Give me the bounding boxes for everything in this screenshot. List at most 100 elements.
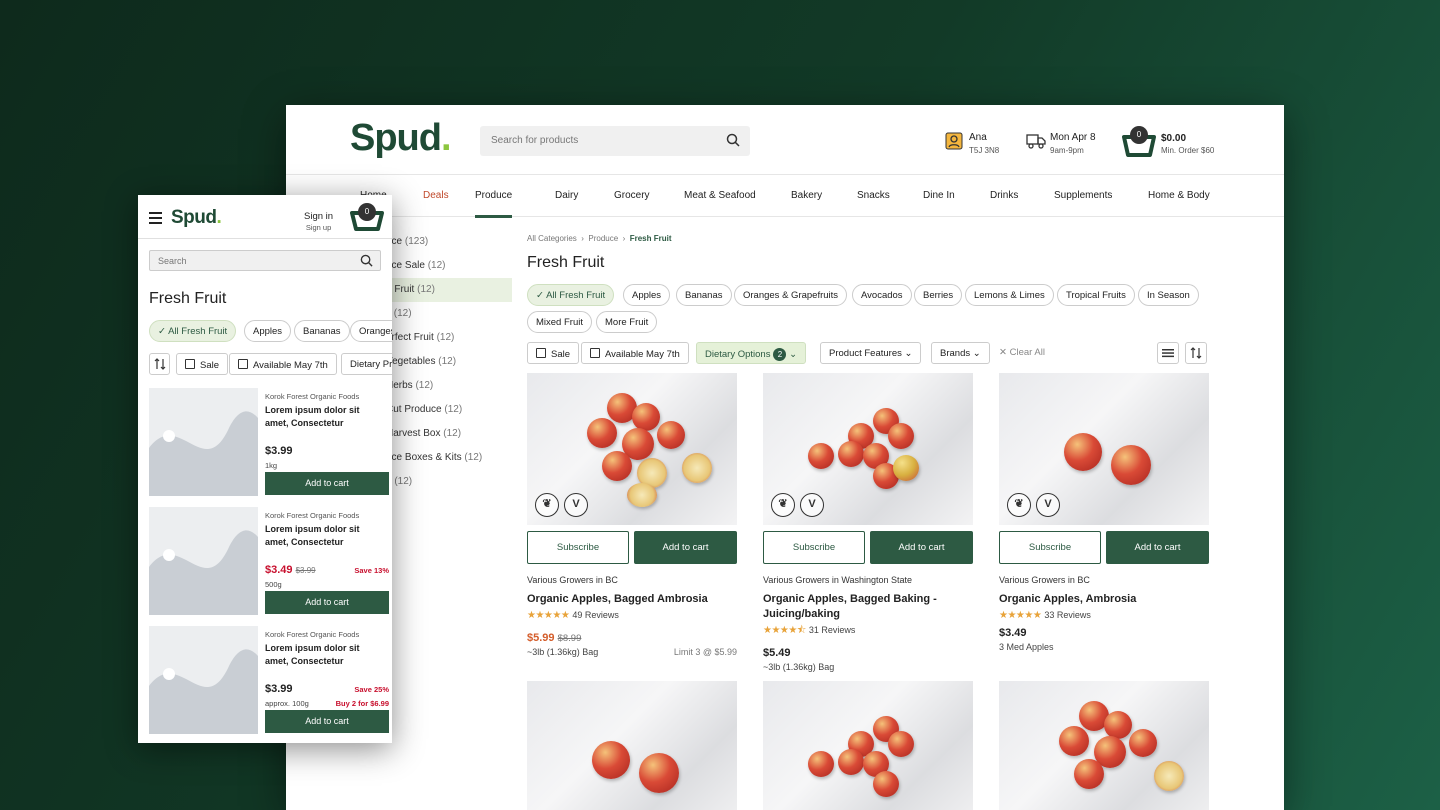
product-image[interactable]: ❦ — [763, 681, 973, 810]
product-card[interactable]: ❦ V Subscribe Add to cart Various Growers… — [763, 373, 973, 672]
chip-oranges[interactable]: Oranges & Grapefruits — [734, 284, 848, 306]
filter-available[interactable]: Available May 7th — [229, 353, 337, 375]
vegan-icon: V — [800, 493, 824, 517]
checkbox[interactable] — [536, 348, 546, 358]
product-size: ~3lb (1.36kg) Bag — [527, 647, 599, 657]
nav-dairy[interactable]: Dairy — [555, 190, 578, 201]
add-to-cart-button[interactable]: Add to cart — [634, 531, 737, 564]
star-rating: ★★★★★ — [999, 610, 1042, 621]
add-to-cart-button[interactable]: Add to cart — [870, 531, 973, 564]
filter-dietary[interactable]: Dietary Pr — [341, 353, 392, 375]
chip-apples[interactable]: Apples — [623, 284, 671, 306]
grower: Various Growers in BC — [999, 575, 1090, 585]
filter-sale[interactable]: Sale — [527, 342, 580, 364]
product-price: $5.99 $8.99 — [527, 632, 582, 644]
menu-icon[interactable] — [149, 212, 162, 227]
breadcrumb-current: Fresh Fruit — [629, 234, 672, 243]
product-image[interactable]: ❦ — [999, 681, 1209, 810]
product-name[interactable]: Organic Apples, Bagged Baking - Juicing/… — [763, 592, 973, 638]
list-view-button[interactable] — [1157, 342, 1179, 364]
filter-sale[interactable]: Sale — [176, 353, 229, 375]
add-to-cart-button[interactable]: Add to cart — [265, 472, 389, 495]
nav-home-body[interactable]: Home & Body — [1148, 190, 1210, 201]
spud-logo[interactable]: Spud. — [171, 207, 222, 229]
search-input[interactable]: Search — [149, 250, 381, 271]
product-size: 1kg — [265, 461, 278, 470]
product-name[interactable]: Lorem ipsum dolor sit amet, Consectetur — [265, 404, 385, 430]
chip-oranges[interactable]: Oranges — [350, 320, 392, 342]
add-to-cart-button[interactable]: Add to cart — [265, 591, 389, 614]
sort-button[interactable] — [1185, 342, 1207, 364]
chip-avocados[interactable]: Avocados — [852, 284, 912, 306]
spud-logo[interactable]: Spud. — [350, 117, 452, 160]
product-card[interactable]: ❦ — [527, 681, 737, 810]
checkbox[interactable] — [238, 359, 248, 369]
subscribe-button[interactable]: Subscribe — [527, 531, 629, 564]
chevron-down-icon: ⌄ — [972, 348, 981, 359]
subscribe-button[interactable]: Subscribe — [763, 531, 865, 564]
chip-apples[interactable]: Apples — [244, 320, 292, 342]
product-card[interactable]: ❦ V Subscribe Add to cart Various Growers… — [527, 373, 737, 657]
product-card[interactable]: ❦ V Subscribe Add to cart Various Growers… — [999, 373, 1209, 652]
clear-all-button[interactable]: ✕ Clear All — [999, 347, 1045, 358]
review-count[interactable]: 31 Reviews — [809, 625, 856, 635]
filter-brands[interactable]: Brands ⌄ — [931, 342, 990, 364]
product-card[interactable]: ❦ — [999, 681, 1209, 810]
filter-dietary-options[interactable]: Dietary Options 2 ⌄ — [696, 342, 807, 364]
account-info[interactable]: Ana T5J 3N8 — [945, 131, 999, 157]
product-image[interactable]: ❦ V — [527, 373, 737, 525]
search-input[interactable]: Search for products — [480, 126, 750, 156]
chip-in-season[interactable]: In Season — [1138, 284, 1199, 306]
nav-drinks[interactable]: Drinks — [990, 190, 1018, 201]
checkbox[interactable] — [185, 359, 195, 369]
chip-lemons-limes[interactable]: Lemons & Limes — [965, 284, 1054, 306]
chip-tropical[interactable]: Tropical Fruits — [1057, 284, 1135, 306]
nav-deals[interactable]: Deals — [423, 190, 449, 201]
product-image[interactable]: ❦ V — [763, 373, 973, 525]
nav-grocery[interactable]: Grocery — [614, 190, 650, 201]
chip-bananas[interactable]: Bananas — [676, 284, 732, 306]
list-item[interactable]: Korok Forest Organic Foods Lorem ipsum d… — [149, 388, 389, 498]
chip-all-fresh-fruit[interactable]: ✓ All Fresh Fruit — [527, 284, 615, 306]
list-item[interactable]: Korok Forest Organic Foods Lorem ipsum d… — [149, 626, 389, 736]
organic-leaf-icon: ❦ — [771, 493, 795, 517]
review-count[interactable]: 49 Reviews — [572, 610, 619, 620]
product-name[interactable]: Organic Apples, Ambrosia ★★★★★ 33 Reviews — [999, 592, 1209, 623]
search-icon[interactable] — [726, 133, 740, 147]
chip-bananas[interactable]: Bananas — [294, 320, 350, 342]
search-icon[interactable] — [360, 254, 373, 267]
nav-meat-seafood[interactable]: Meat & Seafood — [684, 190, 756, 201]
subscribe-button[interactable]: Subscribe — [999, 531, 1101, 564]
add-to-cart-button[interactable]: Add to cart — [1106, 531, 1209, 564]
nav-supplements[interactable]: Supplements — [1054, 190, 1112, 201]
product-name[interactable]: Lorem ipsum dolor sit amet, Consectetur — [265, 642, 385, 668]
truck-icon — [1026, 134, 1046, 149]
check-icon: ✓ — [158, 326, 169, 337]
breadcrumb-produce[interactable]: Produce — [588, 234, 618, 243]
product-card[interactable]: ❦ — [763, 681, 973, 810]
list-item[interactable]: Korok Forest Organic Foods Lorem ipsum d… — [149, 507, 389, 617]
chip-more-fruit[interactable]: More Fruit — [596, 311, 658, 333]
chip-mixed-fruit[interactable]: Mixed Fruit — [527, 311, 592, 333]
nav-bakery[interactable]: Bakery — [791, 190, 822, 201]
chip-berries[interactable]: Berries — [914, 284, 963, 306]
sign-in-link[interactable]: Sign in Sign up — [304, 211, 333, 233]
chip-all-fresh-fruit[interactable]: ✓ All Fresh Fruit — [149, 320, 237, 342]
nav-snacks[interactable]: Snacks — [857, 190, 890, 201]
filter-available[interactable]: Available May 7th — [581, 342, 689, 364]
breadcrumb-all[interactable]: All Categories — [527, 234, 577, 243]
delivery-info[interactable]: Mon Apr 8 9am-9pm — [1026, 131, 1096, 157]
nav-produce[interactable]: Produce — [475, 190, 513, 218]
review-count[interactable]: 33 Reviews — [1044, 610, 1091, 620]
add-to-cart-button[interactable]: Add to cart — [265, 710, 389, 733]
sort-button[interactable] — [149, 353, 170, 375]
checkbox[interactable] — [590, 348, 600, 358]
filter-product-features[interactable]: Product Features ⌄ — [820, 342, 922, 364]
cart-button[interactable]: 0 — [350, 203, 384, 238]
product-image[interactable]: ❦ V — [999, 373, 1209, 525]
nav-dine-in[interactable]: Dine In — [923, 190, 955, 201]
product-name[interactable]: Organic Apples, Bagged Ambrosia ★★★★★ 49 … — [527, 592, 737, 623]
product-image[interactable]: ❦ — [527, 681, 737, 810]
category-nav: Home Deals Produce Dairy Grocery Meat & … — [286, 175, 1284, 218]
product-name[interactable]: Lorem ipsum dolor sit amet, Consectetur — [265, 523, 385, 549]
